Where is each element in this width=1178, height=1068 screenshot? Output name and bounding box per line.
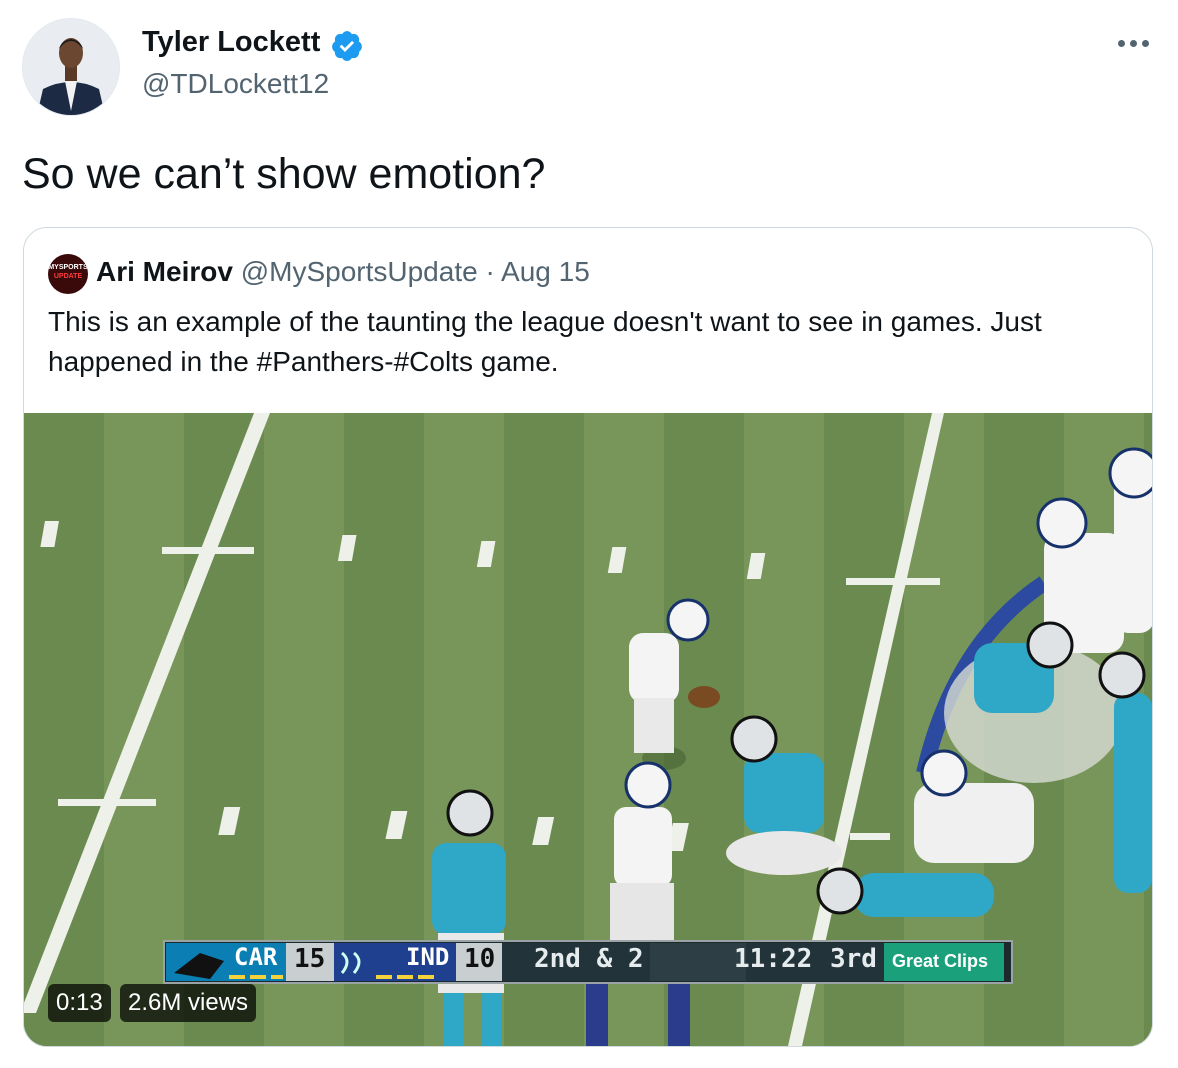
quoted-author-name[interactable]: Ari Meirov <box>96 256 233 287</box>
video-timestamp: 0:13 <box>48 984 111 1022</box>
quoted-author-avatar[interactable]: MYSPORTS UPDATE <box>48 254 88 294</box>
scorebug-sponsor: Great Clips <box>892 951 989 971</box>
meta-separator: · <box>477 256 502 287</box>
tweet-text: So we can’t show emotion? <box>22 150 546 198</box>
quoted-avatar-logo: MYSPORTS UPDATE <box>48 264 88 280</box>
scorebug-quarter: 3rd <box>830 944 877 974</box>
quoted-tweet-text: This is an example of the taunting the l… <box>48 306 1042 377</box>
verified-badge-icon <box>332 31 362 61</box>
scorebug-down-distance: 2nd & 2 <box>534 944 644 974</box>
author-name[interactable]: Tyler Lockett <box>142 26 320 59</box>
quoted-tweet-card[interactable]: MYSPORTS UPDATE Ari Meirov @MySportsUpda… <box>23 227 1153 1047</box>
video-player[interactable]: CAR 15 IND 10 2nd & 2 11:22 3rd Great Cl… <box>24 413 1152 1046</box>
scorebug-away-team: CAR <box>234 943 278 971</box>
author-avatar[interactable] <box>22 18 120 116</box>
quoted-tweet-header: Ari Meirov @MySportsUpdate · Aug 15 <box>96 256 590 288</box>
video-view-count: 2.6M views <box>120 984 257 1022</box>
more-options-icon[interactable] <box>1116 34 1152 54</box>
scorebug-home-team: IND <box>406 943 450 971</box>
avatar-photo <box>23 19 119 115</box>
quoted-tweet-date[interactable]: Aug 15 <box>501 256 590 287</box>
scorebug-home-score: 10 <box>464 944 496 974</box>
quoted-author-handle[interactable]: @MySportsUpdate <box>241 256 478 287</box>
author-handle[interactable]: @TDLockett12 <box>142 68 329 100</box>
scorebug-away-score: 15 <box>294 944 326 974</box>
scorebug-clock: 11:22 <box>734 944 813 974</box>
